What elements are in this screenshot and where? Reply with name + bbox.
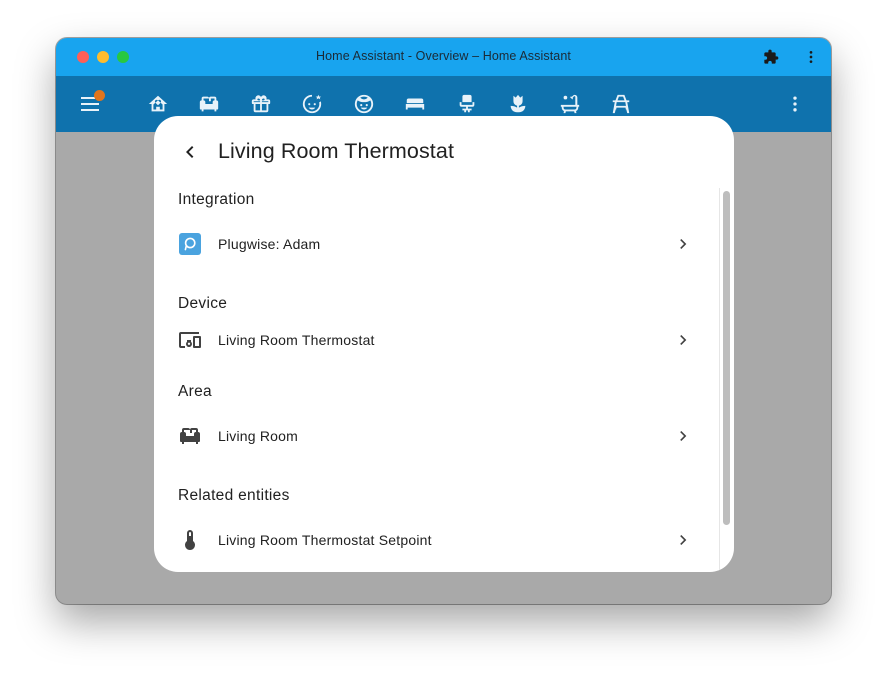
chevron-right-icon: [673, 530, 693, 550]
window-title: Home Assistant - Overview – Home Assista…: [316, 49, 571, 63]
sofa-icon: [178, 424, 202, 448]
scrollbar-track[interactable]: [719, 188, 720, 572]
devices-icon: [178, 328, 202, 352]
section-integration-label: Integration: [178, 191, 255, 208]
scrollbar-thumb[interactable]: [723, 191, 730, 525]
sofa-icon[interactable]: [184, 92, 236, 116]
integration-name: Plugwise: Adam: [218, 236, 321, 252]
plugwise-logo-icon: [178, 232, 202, 256]
device-name: Living Room Thermostat: [218, 332, 375, 348]
related-entity-row[interactable]: Living Room Thermostat Setpoint: [154, 516, 714, 564]
section-area-label: Area: [178, 383, 212, 400]
titlebar-actions: [761, 47, 821, 67]
face-icon[interactable]: [338, 92, 390, 116]
chevron-right-icon: [673, 330, 693, 350]
back-button[interactable]: [178, 140, 202, 164]
section-related-entities-label: Related entities: [178, 487, 290, 504]
integration-row[interactable]: Plugwise: Adam: [154, 220, 714, 268]
arrow-left-icon: [186, 146, 194, 158]
puzzle-icon[interactable]: [761, 47, 781, 67]
dialog-title: Living Room Thermostat: [218, 139, 455, 163]
more-vertical-icon[interactable]: [801, 47, 821, 67]
bathtub-icon[interactable]: [544, 92, 596, 116]
thermometer-icon: [178, 528, 202, 552]
related-entity-name: Living Room Thermostat Setpoint: [218, 532, 432, 548]
more-vertical-icon[interactable]: [785, 94, 805, 114]
gift-icon[interactable]: [235, 92, 287, 116]
dialog-header: Living Room Thermostat: [154, 116, 734, 186]
bed-icon[interactable]: [390, 92, 442, 116]
area-row[interactable]: Living Room: [154, 412, 714, 460]
chevron-right-icon: [673, 234, 693, 254]
office-chair-icon[interactable]: [441, 92, 493, 116]
device-row[interactable]: Living Room Thermostat: [154, 316, 714, 364]
home-heart-icon[interactable]: [132, 92, 184, 116]
section-device-label: Device: [178, 295, 228, 312]
view-tabs: [132, 92, 647, 116]
flower-tulip-icon[interactable]: [493, 92, 545, 116]
notification-badge: [94, 90, 105, 101]
area-name: Living Room: [218, 428, 299, 444]
baby-face-icon[interactable]: [287, 92, 339, 116]
chevron-right-icon: [673, 426, 693, 446]
title-bar: Home Assistant - Overview – Home Assista…: [56, 38, 831, 76]
transmission-tower-icon[interactable]: [596, 92, 648, 116]
entity-settings-dialog: Living Room Thermostat Integration Plugw…: [154, 116, 734, 572]
